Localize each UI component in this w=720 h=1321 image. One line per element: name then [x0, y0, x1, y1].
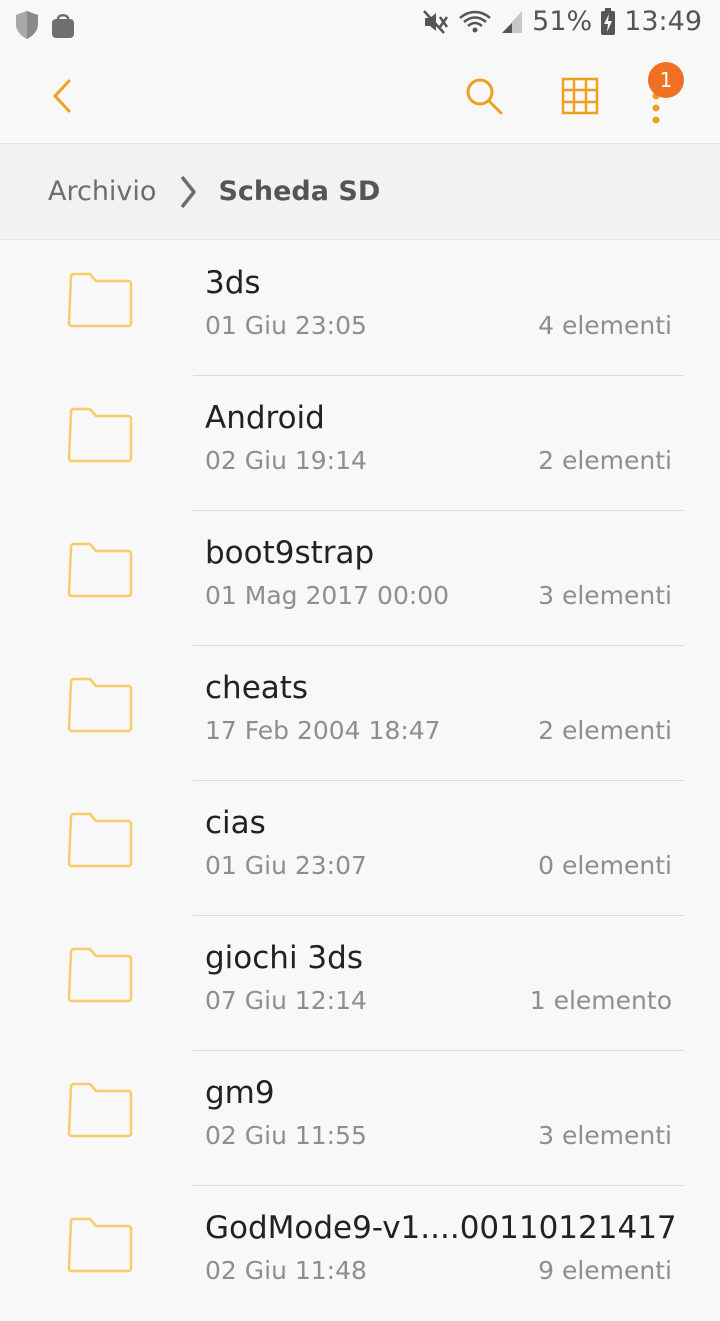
file-item-count: 3 elementi — [538, 581, 672, 610]
file-item-count: 2 elementi — [538, 446, 672, 475]
file-date: 02 Giu 11:55 — [205, 1121, 367, 1150]
file-item-count: 1 elemento — [529, 986, 672, 1015]
signal-icon — [500, 9, 524, 35]
file-item-count: 2 elementi — [538, 716, 672, 745]
file-name: boot9strap — [205, 535, 375, 571]
shield-icon — [14, 10, 40, 40]
folder-icon — [67, 677, 133, 733]
folder-icon — [67, 812, 133, 868]
list-item[interactable]: gm9 02 Giu 11:55 3 elementi — [0, 1051, 720, 1186]
toolbar: 1 — [0, 50, 720, 142]
battery-percent: 51% — [532, 6, 593, 37]
status-bar: 51% 13:49 — [0, 0, 720, 50]
grid-view-button[interactable] — [556, 72, 604, 120]
file-date: 01 Giu 23:05 — [205, 311, 367, 340]
file-name: cheats — [205, 670, 309, 706]
chevron-left-icon — [53, 79, 71, 113]
notification-badge: 1 — [648, 62, 684, 98]
folder-icon — [67, 947, 133, 1003]
file-name: giochi 3ds — [205, 940, 363, 976]
breadcrumb-current[interactable]: Scheda SD — [218, 176, 380, 207]
file-name: Android — [205, 400, 325, 436]
file-item-count: 9 elementi — [538, 1256, 672, 1285]
search-icon — [466, 78, 503, 115]
list-item[interactable]: Android 02 Giu 19:14 2 elementi — [0, 376, 720, 511]
chevron-right-icon — [178, 175, 198, 209]
folder-icon — [67, 1217, 133, 1273]
folder-icon — [67, 407, 133, 463]
file-date: 07 Giu 12:14 — [205, 986, 367, 1015]
search-button[interactable] — [460, 72, 508, 120]
folder-icon — [67, 1082, 133, 1138]
grid-view-icon — [561, 77, 599, 115]
file-date: 01 Mag 2017 00:00 — [205, 581, 450, 610]
list-item[interactable]: 3ds 01 Giu 23:05 4 elementi — [0, 241, 720, 376]
file-date: 01 Giu 23:07 — [205, 851, 367, 880]
file-name: gm9 — [205, 1075, 275, 1111]
breadcrumb-root[interactable]: Archivio — [48, 176, 156, 207]
list-item[interactable]: boot9strap 01 Mag 2017 00:00 3 elementi — [0, 511, 720, 646]
list-item[interactable]: cias 01 Giu 23:07 0 elementi — [0, 781, 720, 916]
breadcrumb: Archivio Scheda SD — [0, 143, 720, 240]
more-options-button[interactable]: 1 — [636, 62, 686, 124]
file-list: 3ds 01 Giu 23:05 4 elementi Android 02 G… — [0, 241, 720, 1321]
file-name: GodMode9-v1....00110121417 — [205, 1210, 677, 1246]
list-item[interactable]: giochi 3ds 07 Giu 12:14 1 elemento — [0, 916, 720, 1051]
list-item[interactable]: GodMode9-v1....00110121417 02 Giu 11:48 … — [0, 1186, 720, 1321]
file-name: cias — [205, 805, 266, 841]
mute-icon — [422, 9, 450, 35]
file-item-count: 3 elementi — [538, 1121, 672, 1150]
wifi-icon — [458, 9, 492, 35]
battery-icon — [600, 7, 616, 36]
file-date: 17 Feb 2004 18:47 — [205, 716, 441, 745]
folder-icon — [67, 542, 133, 598]
clock: 13:49 — [624, 6, 702, 37]
file-item-count: 4 elementi — [538, 311, 672, 340]
file-item-count: 0 elementi — [538, 851, 672, 880]
list-item[interactable]: cheats 17 Feb 2004 18:47 2 elementi — [0, 646, 720, 781]
file-date: 02 Giu 11:48 — [205, 1256, 367, 1285]
folder-icon — [67, 272, 133, 328]
shopping-bag-icon — [50, 10, 76, 40]
file-name: 3ds — [205, 265, 261, 301]
file-date: 02 Giu 19:14 — [205, 446, 367, 475]
back-button[interactable] — [40, 72, 84, 120]
